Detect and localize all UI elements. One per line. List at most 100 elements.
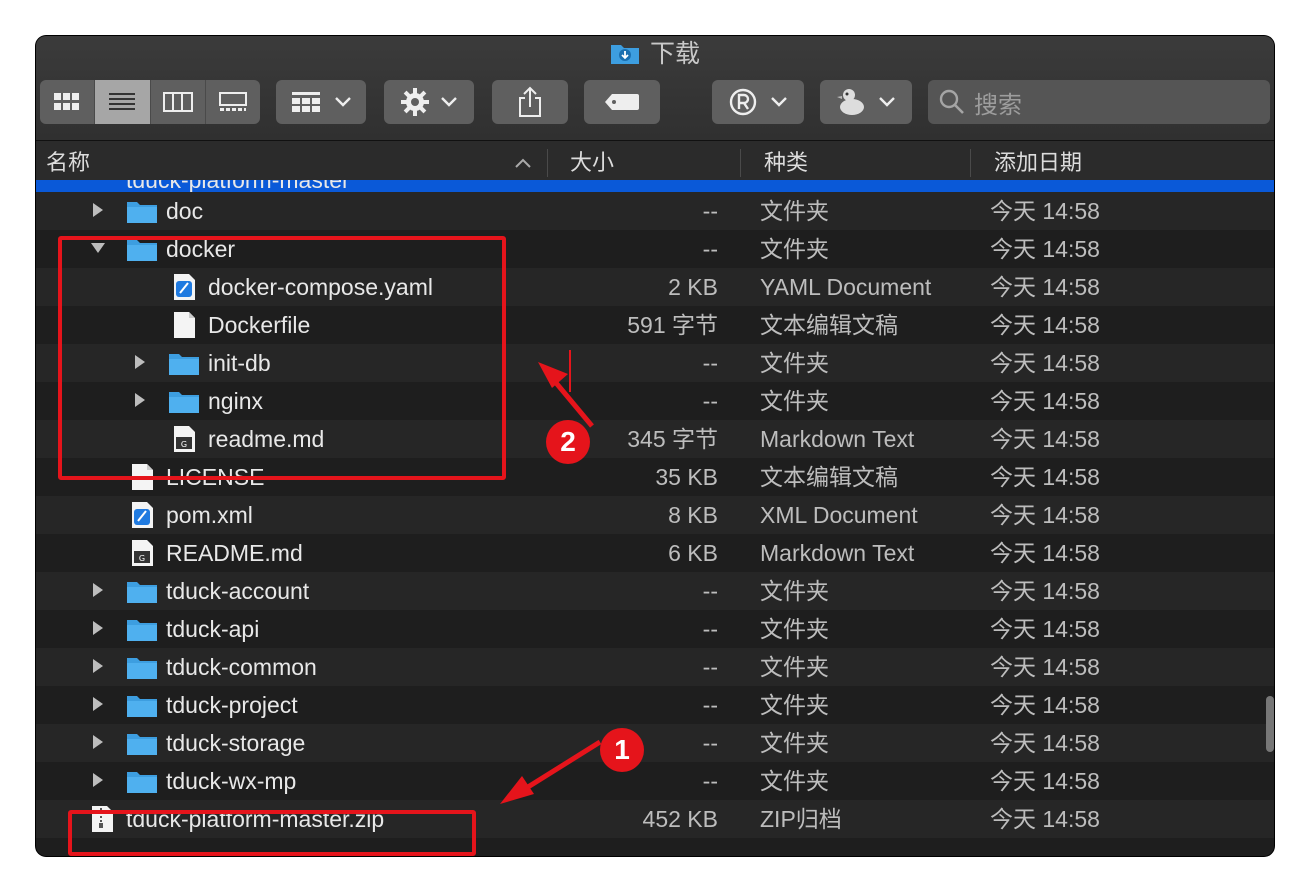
folder-icon <box>127 582 157 603</box>
file-date-added: 今天 14:58 <box>990 540 1100 566</box>
file-kind: 文件夹 <box>760 654 829 680</box>
file-size: -- <box>702 350 718 376</box>
file-row[interactable]: tduck-account -- 文件夹 今天 14:58 <box>36 572 1274 610</box>
scrollbar-thumb[interactable] <box>1266 696 1274 752</box>
icon-view-button[interactable] <box>40 80 96 124</box>
file-row[interactable]: pom.xml 8 KB XML Document 今天 14:58 <box>36 496 1274 534</box>
file-row[interactable]: tduck-common -- 文件夹 今天 14:58 <box>36 648 1274 686</box>
file-date-added: 今天 14:58 <box>990 274 1100 300</box>
annotation-box-zip <box>68 810 476 856</box>
column-header-kind[interactable]: 种类 <box>764 141 808 185</box>
folder-icon <box>127 696 157 717</box>
file-size: 591 字节 <box>627 312 718 338</box>
action-menu-button[interactable] <box>384 80 474 124</box>
file-kind: ZIP归档 <box>760 806 842 832</box>
file-date-added: 今天 14:58 <box>990 806 1100 832</box>
file-size: -- <box>702 198 718 224</box>
file-row[interactable]: tduck-wx-mp -- 文件夹 今天 14:58 <box>36 762 1274 800</box>
file-size: -- <box>702 388 718 414</box>
file-date-added: 今天 14:58 <box>990 768 1100 794</box>
annotation-badge-1: 1 <box>600 728 644 772</box>
file-date-added: 今天 14:58 <box>990 502 1100 528</box>
chevron-down-icon <box>771 97 787 107</box>
file-row[interactable]: G README.md 6 KB Markdown Text 今天 14:58 <box>36 534 1274 572</box>
folder-icon <box>127 620 157 641</box>
window-title-text: 下载 <box>649 40 700 68</box>
column-view-button[interactable] <box>151 80 206 124</box>
search-field[interactable]: 搜索 <box>928 80 1270 124</box>
file-size: 35 KB <box>655 464 718 490</box>
disclosure-collapsed-icon[interactable] <box>90 733 106 753</box>
folder-icon <box>127 772 157 793</box>
search-icon <box>939 89 964 114</box>
file-size: -- <box>702 616 718 642</box>
grid-icon <box>54 93 80 110</box>
share-button[interactable] <box>492 80 568 124</box>
disclosure-collapsed-icon[interactable] <box>90 201 106 221</box>
file-name: tduck-common <box>166 654 317 680</box>
file-row-selected[interactable]: tduck-platform-master <box>36 180 1274 192</box>
disclosure-collapsed-icon[interactable] <box>90 581 106 601</box>
gallery-view-button[interactable] <box>206 80 260 124</box>
file-kind: 文本编辑文稿 <box>760 312 898 338</box>
group-by-button[interactable] <box>276 80 366 124</box>
file-size: -- <box>702 236 718 262</box>
file-size: -- <box>702 768 718 794</box>
downloads-folder-icon <box>610 45 639 64</box>
group-grid-icon <box>292 92 320 112</box>
chevron-down-icon <box>879 97 895 107</box>
xcode-doc-icon <box>132 502 153 528</box>
file-name: tduck-api <box>166 616 260 642</box>
file-size: 452 KB <box>642 806 718 832</box>
file-date-added: 今天 14:58 <box>990 692 1100 718</box>
column-header-name[interactable]: 名称 <box>46 141 90 185</box>
column-divider[interactable] <box>740 149 741 177</box>
file-name: pom.xml <box>166 502 253 528</box>
registered-menu-button[interactable] <box>712 80 804 124</box>
chevron-down-icon <box>335 97 351 107</box>
file-row[interactable]: tduck-storage -- 文件夹 今天 14:58 <box>36 724 1274 762</box>
column-divider[interactable] <box>970 149 971 177</box>
file-kind: 文件夹 <box>760 388 829 414</box>
disclosure-collapsed-icon[interactable] <box>90 695 106 715</box>
annotation-badge-2: 2 <box>546 420 590 464</box>
file-row[interactable]: tduck-project -- 文件夹 今天 14:58 <box>36 686 1274 724</box>
file-size: 8 KB <box>668 502 718 528</box>
file-kind: 文件夹 <box>760 616 829 642</box>
file-name: tduck-project <box>166 692 298 718</box>
file-name: tduck-wx-mp <box>166 768 297 794</box>
tag-button[interactable] <box>584 80 660 124</box>
file-row[interactable]: tduck-api -- 文件夹 今天 14:58 <box>36 610 1274 648</box>
view-mode-segment[interactable] <box>40 80 260 124</box>
disclosure-collapsed-icon[interactable] <box>90 619 106 639</box>
file-kind: 文件夹 <box>760 578 829 604</box>
share-icon <box>519 86 541 117</box>
file-kind: 文件夹 <box>760 198 829 224</box>
file-kind: 文件夹 <box>760 768 829 794</box>
duck-menu-button[interactable] <box>820 80 912 124</box>
file-kind: 文件夹 <box>760 350 829 376</box>
chevron-down-icon <box>441 97 457 107</box>
svg-text:G: G <box>139 554 145 563</box>
toolbar: 下载 搜索 <box>36 36 1274 141</box>
column-header-size[interactable]: 大小 <box>570 141 614 185</box>
file-date-added: 今天 14:58 <box>990 350 1100 376</box>
column-header-date[interactable]: 添加日期 <box>994 141 1082 185</box>
file-size: -- <box>702 654 718 680</box>
file-size: -- <box>702 692 718 718</box>
file-name: tduck-storage <box>166 730 306 756</box>
file-name: tduck-account <box>166 578 310 604</box>
disclosure-collapsed-icon[interactable] <box>90 771 106 791</box>
file-size: 6 KB <box>668 540 718 566</box>
file-date-added: 今天 14:58 <box>990 426 1100 452</box>
file-row[interactable]: doc -- 文件夹 今天 14:58 <box>36 192 1274 230</box>
list-view-button[interactable] <box>95 80 151 124</box>
file-name: README.md <box>166 540 303 566</box>
file-date-added: 今天 14:58 <box>990 236 1100 262</box>
file-date-added: 今天 14:58 <box>990 312 1100 338</box>
file-size: -- <box>702 578 718 604</box>
columns-icon <box>162 92 193 112</box>
sort-ascending-icon[interactable] <box>514 157 532 169</box>
column-divider[interactable] <box>547 149 548 177</box>
disclosure-collapsed-icon[interactable] <box>90 657 106 677</box>
